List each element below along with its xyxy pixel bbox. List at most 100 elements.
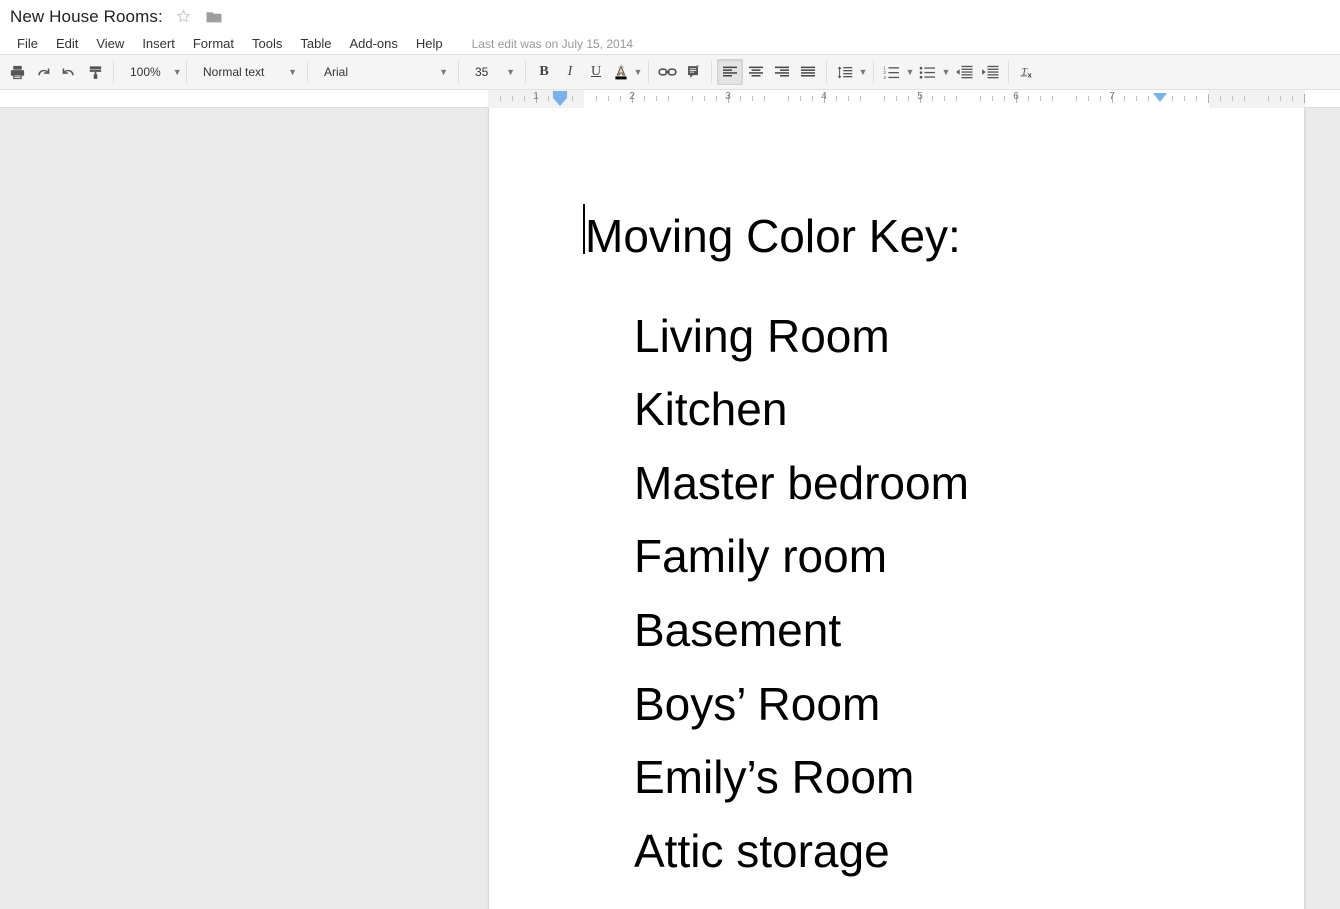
ruler-tick xyxy=(908,96,909,101)
chevron-down-icon: ▼ xyxy=(288,66,297,77)
underline-button[interactable]: U xyxy=(583,59,609,85)
font-family-dropdown[interactable]: Arial ▼ xyxy=(313,59,453,85)
right-indent-marker[interactable] xyxy=(1153,93,1167,102)
toolbar-divider xyxy=(458,61,459,83)
align-justify-icon[interactable] xyxy=(795,59,821,85)
chevron-down-icon: ▼ xyxy=(172,66,182,77)
ruler[interactable]: 1 2 3 4 5 6 7 xyxy=(488,90,1305,108)
document-heading[interactable]: Moving Color Key: xyxy=(583,200,1208,274)
ruler-tick xyxy=(1172,96,1173,101)
ruler-tick xyxy=(1244,96,1245,101)
ruler-tick xyxy=(716,96,717,101)
ruler-tick xyxy=(620,96,621,101)
align-right-icon[interactable] xyxy=(769,59,795,85)
menu-item-view[interactable]: View xyxy=(87,35,133,53)
ruler-number: 2 xyxy=(629,91,635,102)
star-outline-icon[interactable] xyxy=(175,8,193,26)
ruler-tick xyxy=(596,96,597,101)
bulleted-list-chevron-down-icon[interactable]: ▼ xyxy=(941,59,951,85)
room-list[interactable]: Living Room Kitchen Master bedroom Famil… xyxy=(585,300,1208,889)
font-size-dropdown[interactable]: 35 ▼ xyxy=(464,59,520,85)
folder-icon[interactable] xyxy=(205,8,223,26)
align-left-icon[interactable] xyxy=(717,59,743,85)
ruler-tick xyxy=(944,96,945,101)
page-title[interactable]: New House Rooms: xyxy=(10,7,163,27)
font-family-value: Arial xyxy=(324,65,349,79)
zoom-value: 100% xyxy=(130,65,161,79)
menu-item-help[interactable]: Help xyxy=(407,35,452,53)
list-item[interactable]: Attic storage xyxy=(634,815,1208,889)
menu-item-insert[interactable]: Insert xyxy=(133,35,184,53)
ruler-tick xyxy=(1292,96,1293,101)
list-item[interactable]: Boys’ Room xyxy=(634,668,1208,742)
list-item[interactable]: Emily’s Room xyxy=(634,741,1208,815)
italic-button[interactable]: I xyxy=(557,59,583,85)
ruler-tick xyxy=(572,96,573,101)
numbered-list-icon[interactable]: 1 2 3 xyxy=(879,59,905,85)
ruler-tick xyxy=(1052,96,1053,101)
chevron-down-icon: ▼ xyxy=(439,66,448,77)
title-bar: New House Rooms: xyxy=(0,0,1340,33)
menu-item-format[interactable]: Format xyxy=(184,35,243,53)
ruler-tick xyxy=(800,96,801,101)
decrease-indent-icon[interactable] xyxy=(951,59,977,85)
link-icon[interactable] xyxy=(654,59,680,85)
list-item[interactable]: Kitchen xyxy=(634,373,1208,447)
document-page[interactable]: Moving Color Key: Living Room Kitchen Ma… xyxy=(488,108,1305,909)
paragraph-style-value: Normal text xyxy=(203,65,265,79)
toolbar-divider xyxy=(113,61,114,83)
ruler-number: 4 xyxy=(821,91,827,102)
document-body[interactable]: Moving Color Key: Living Room Kitchen Ma… xyxy=(583,200,1208,889)
ruler-tick xyxy=(860,96,861,101)
paint-format-icon[interactable] xyxy=(82,59,108,85)
ruler-tick xyxy=(1100,96,1101,101)
bulleted-list-icon[interactable] xyxy=(915,59,941,85)
menu-item-table[interactable]: Table xyxy=(291,35,340,53)
italic-label: I xyxy=(567,64,573,79)
document-canvas[interactable]: Moving Color Key: Living Room Kitchen Ma… xyxy=(0,108,1340,909)
ruler-tick xyxy=(548,96,549,101)
list-item[interactable]: Basement xyxy=(634,594,1208,668)
menu-item-addons[interactable]: Add-ons xyxy=(340,35,406,53)
menu-item-tools[interactable]: Tools xyxy=(243,35,291,53)
numbered-list-chevron-down-icon[interactable]: ▼ xyxy=(905,59,915,85)
menu-item-edit[interactable]: Edit xyxy=(47,35,87,53)
ruler-tick xyxy=(1076,96,1077,101)
bold-button[interactable]: B xyxy=(531,59,557,85)
align-center-icon[interactable] xyxy=(743,59,769,85)
print-icon[interactable] xyxy=(4,59,30,85)
list-item[interactable]: Living Room xyxy=(634,300,1208,374)
ruler-tick xyxy=(1304,94,1305,103)
last-edit-status[interactable]: Last edit was on July 15, 2014 xyxy=(472,37,633,51)
text-color-chevron-down-icon[interactable]: ▼ xyxy=(633,59,643,85)
ruler-tick xyxy=(668,96,669,101)
redo-icon[interactable] xyxy=(56,59,82,85)
ruler-tick xyxy=(788,96,789,101)
ruler-number: 6 xyxy=(1013,91,1019,102)
text-color-icon[interactable] xyxy=(609,59,633,85)
ruler-bar: 1 2 3 4 5 6 7 xyxy=(0,90,1340,108)
increase-indent-icon[interactable] xyxy=(977,59,1003,85)
undo-icon[interactable] xyxy=(30,59,56,85)
zoom-dropdown[interactable]: 100% ▼ xyxy=(119,59,182,85)
ruler-number: 7 xyxy=(1109,91,1115,102)
ruler-tick xyxy=(1280,96,1281,101)
list-item[interactable]: Family room xyxy=(634,520,1208,594)
menu-bar: File Edit View Insert Format Tools Table… xyxy=(0,33,1340,55)
ruler-tick xyxy=(1184,96,1185,101)
paragraph-style-dropdown[interactable]: Normal text ▼ xyxy=(192,59,302,85)
ruler-tick xyxy=(740,96,741,101)
ruler-tick xyxy=(848,96,849,101)
toolbar-divider xyxy=(873,61,874,83)
line-spacing-icon[interactable] xyxy=(832,59,858,85)
toolbar-divider xyxy=(648,61,649,83)
clear-formatting-icon[interactable]: T x xyxy=(1014,59,1040,85)
ruler-tick xyxy=(1268,96,1269,101)
menu-item-file[interactable]: File xyxy=(8,35,47,53)
line-spacing-chevron-down-icon[interactable]: ▼ xyxy=(858,59,868,85)
ruler-tick xyxy=(992,96,993,101)
list-item[interactable]: Master bedroom xyxy=(634,447,1208,521)
toolbar-divider xyxy=(307,61,308,83)
ruler-tick xyxy=(608,96,609,101)
comment-icon[interactable] xyxy=(680,59,706,85)
